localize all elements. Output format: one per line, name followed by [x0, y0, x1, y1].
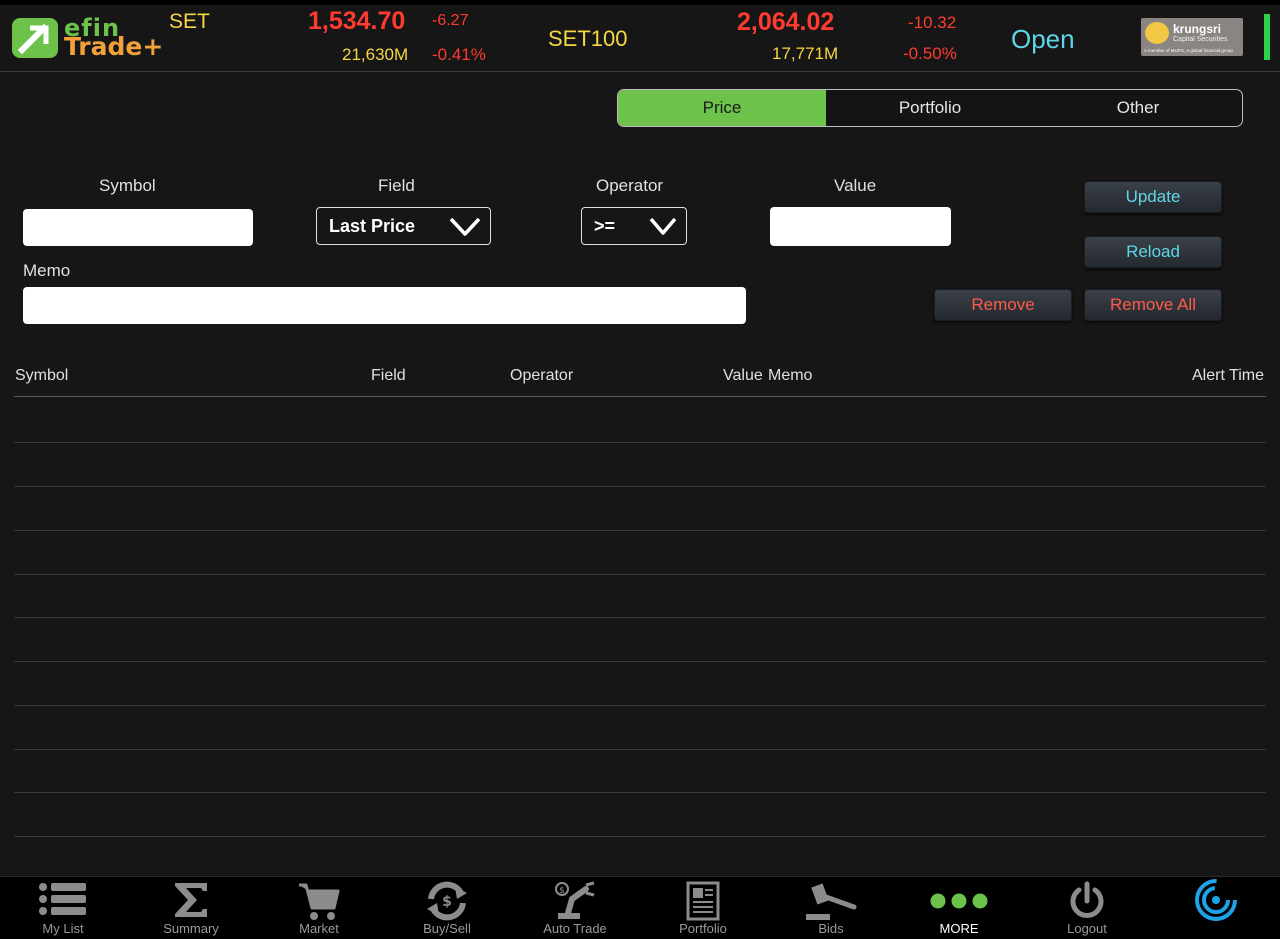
column-header-value[interactable]: Value: [723, 367, 763, 385]
market-status: Open: [1011, 24, 1075, 54]
gavel-icon: [806, 883, 857, 920]
chevron-down-icon: [649, 217, 677, 235]
index-set100-name[interactable]: SET100: [548, 26, 628, 52]
remove-all-button[interactable]: Remove All: [1084, 289, 1222, 321]
chevron-down-icon: [449, 217, 481, 236]
table-row[interactable]: [14, 531, 1266, 574]
alert-type-tabs: Price Portfolio Other: [617, 89, 1243, 127]
nav-refresh[interactable]: [1152, 877, 1280, 939]
market-header: efin Trade+ SET 1,534.70 -6.27 21,630M -…: [0, 0, 1280, 72]
operator-label: Operator: [596, 176, 664, 195]
nav-label: Buy/Sell: [423, 921, 471, 936]
value-input[interactable]: [770, 207, 951, 246]
nav-more[interactable]: MORE: [895, 877, 1023, 939]
field-select-value: Last Price: [329, 215, 416, 236]
table-row[interactable]: [14, 618, 1266, 661]
nav-auto-trade[interactable]: $ Auto Trade: [511, 877, 639, 939]
broker-subtitle: Capital Securities: [1173, 36, 1228, 43]
index-set-change: -6.27: [432, 12, 469, 29]
list-icon: [39, 883, 86, 915]
nav-label: Auto Trade: [543, 921, 607, 936]
nav-label: Bids: [818, 921, 844, 936]
table-row[interactable]: [14, 398, 1266, 441]
svg-text:$: $: [559, 886, 565, 896]
table-row[interactable]: [14, 662, 1266, 705]
nav-summary[interactable]: Summary: [127, 877, 255, 939]
nav-buy-sell[interactable]: $ Buy/Sell: [383, 877, 511, 939]
table-row[interactable]: [14, 706, 1266, 749]
value-label: Value: [834, 176, 877, 195]
nav-label: Portfolio: [679, 921, 727, 936]
nav-logout[interactable]: Logout: [1023, 877, 1151, 939]
broker-logo: krungsri Capital Securities A member of …: [1141, 18, 1243, 56]
nav-market[interactable]: Market: [255, 877, 383, 939]
logo-arrow-icon: [12, 18, 58, 58]
nav-bids[interactable]: Bids: [767, 877, 895, 939]
index-set-volume: 21,630M: [342, 45, 409, 64]
nav-label: My List: [42, 921, 84, 936]
field-label: Field: [378, 176, 415, 195]
nav-label: Market: [299, 921, 339, 936]
robot-arm-icon: $: [555, 881, 595, 919]
refresh-spinner-icon: [1195, 879, 1237, 921]
table-row[interactable]: [14, 575, 1266, 618]
index-set100-volume: 17,771M: [772, 44, 839, 63]
row-divider: [14, 836, 1266, 837]
memo-input[interactable]: [23, 287, 746, 324]
index-set-name[interactable]: SET: [169, 10, 210, 34]
nav-label: Logout: [1067, 921, 1107, 936]
index-set-percent: -0.41%: [432, 45, 486, 64]
efin-trade-logo: efin Trade+: [12, 14, 172, 61]
nav-my-list[interactable]: My List: [0, 877, 127, 939]
column-header-alert-time[interactable]: Alert Time: [1192, 367, 1264, 385]
table-row[interactable]: [14, 487, 1266, 530]
column-header-field[interactable]: Field: [371, 367, 406, 385]
column-header-memo[interactable]: Memo: [768, 367, 812, 385]
table-row[interactable]: [14, 793, 1266, 836]
index-set-value: 1,534.70: [308, 7, 406, 35]
column-header-symbol[interactable]: Symbol: [15, 367, 68, 385]
memo-label: Memo: [23, 261, 71, 280]
operator-select-value: >=: [594, 215, 616, 236]
cart-icon: [299, 883, 340, 920]
table-row[interactable]: [14, 443, 1266, 486]
sigma-icon: [175, 883, 207, 917]
broker-emblem-icon: [1145, 22, 1169, 44]
column-header-operator[interactable]: Operator: [510, 367, 573, 385]
symbol-label: Symbol: [99, 176, 156, 195]
tab-other[interactable]: Other: [1034, 90, 1242, 126]
index-set100-change: -10.32: [908, 13, 957, 32]
operator-select[interactable]: >=: [581, 207, 687, 245]
broker-tagline: A member of MUFG, a global financial gro…: [1144, 48, 1233, 53]
table-row[interactable]: [14, 750, 1266, 793]
svg-text:$: $: [442, 894, 452, 910]
tab-portfolio[interactable]: Portfolio: [826, 90, 1034, 126]
broker-name: krungsri: [1173, 22, 1222, 36]
index-set100-percent: -0.50%: [903, 44, 957, 63]
nav-portfolio[interactable]: Portfolio: [639, 877, 767, 939]
index-set100-value: 2,064.02: [737, 8, 835, 36]
tab-price[interactable]: Price: [618, 90, 826, 126]
logo-text-trade: Trade+: [64, 32, 164, 61]
connection-indicator: [1264, 14, 1270, 60]
update-button[interactable]: Update: [1084, 181, 1222, 213]
bottom-navigation: My List Summary Market $ Buy/Sell $ Auto…: [0, 876, 1280, 939]
field-select[interactable]: Last Price: [316, 207, 491, 245]
reload-button[interactable]: Reload: [1084, 236, 1222, 268]
symbol-input[interactable]: [23, 209, 253, 246]
remove-button[interactable]: Remove: [934, 289, 1072, 321]
document-icon: [686, 881, 720, 921]
nav-label: MORE: [939, 921, 979, 936]
nav-label: Summary: [163, 921, 219, 936]
exchange-icon: $: [427, 881, 467, 921]
more-dots-icon: [930, 893, 988, 909]
power-icon: [1070, 881, 1104, 918]
table-header-divider: [14, 396, 1266, 397]
